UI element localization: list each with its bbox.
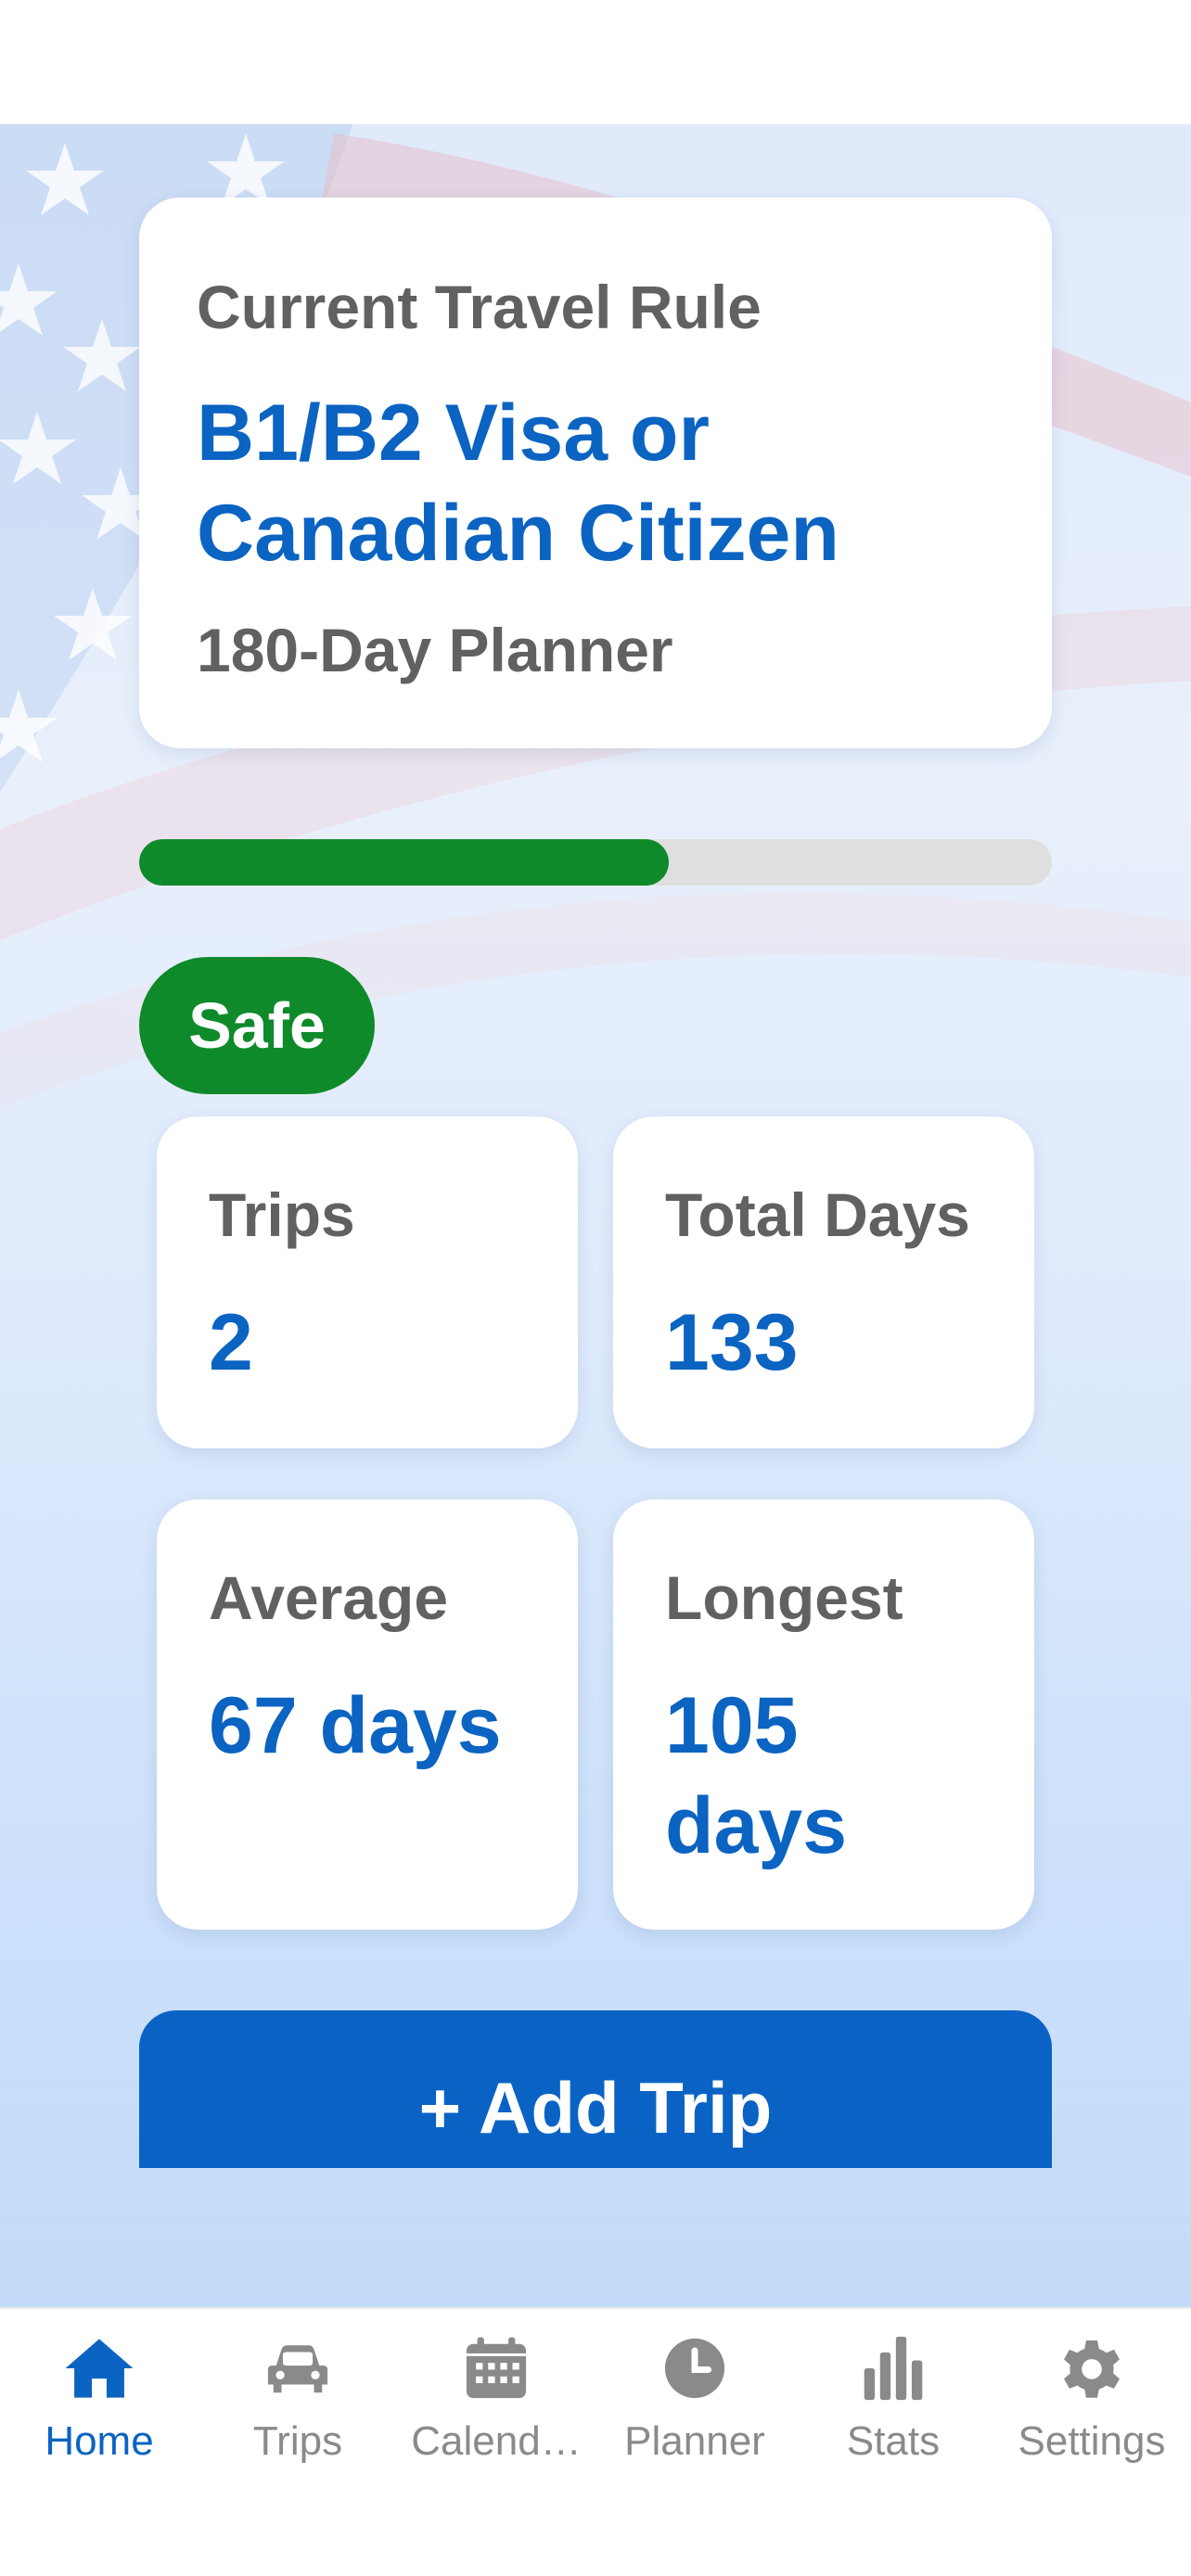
tab-settings[interactable]: Settings	[992, 2331, 1191, 2480]
tab-stats[interactable]: Stats	[794, 2331, 992, 2480]
tab-label: Calend…	[411, 2418, 582, 2464]
gear-icon	[1055, 2331, 1129, 2405]
tab-label: Planner	[624, 2418, 765, 2464]
tab-label: Home	[45, 2418, 154, 2464]
travel-rule-subtitle: 180-Day Planner	[197, 616, 673, 684]
add-trip-button[interactable]: + Add Trip	[139, 2010, 1052, 2168]
stat-value: 105 days	[665, 1681, 848, 1870]
tab-calendar[interactable]: Calend…	[397, 2331, 596, 2480]
tab-planner[interactable]: Planner	[596, 2331, 794, 2480]
calendar-icon	[459, 2331, 533, 2405]
tab-label: Settings	[1018, 2418, 1166, 2464]
chart-icon	[856, 2331, 930, 2405]
stat-label: Trips	[209, 1180, 355, 1249]
bottom-tab-bar: Home Trips Calend… Planner Stats Setting…	[0, 2307, 1191, 2576]
stat-value: 67 days	[209, 1681, 502, 1770]
status-bar	[0, 0, 1191, 124]
tab-label: Trips	[252, 2418, 343, 2464]
days-progress-bar	[139, 839, 1052, 886]
stat-value: 133	[665, 1298, 799, 1387]
tab-home[interactable]: Home	[0, 2331, 198, 2480]
stat-label: Longest	[665, 1563, 903, 1632]
home-content[interactable]: Current Travel Rule B1/B2 Visa or Canadi…	[0, 124, 1191, 2307]
travel-rule-card[interactable]: Current Travel Rule B1/B2 Visa or Canadi…	[139, 198, 1052, 748]
home-icon	[62, 2331, 136, 2405]
stat-label: Average	[209, 1563, 449, 1632]
travel-rule-title: B1/B2 Visa or Canadian Citizen	[197, 389, 839, 578]
stat-card-longest[interactable]: Longest 105 days	[613, 1499, 1034, 1930]
stat-value: 2	[209, 1298, 253, 1387]
stat-card-trips[interactable]: Trips 2	[157, 1116, 578, 1448]
tab-trips[interactable]: Trips	[198, 2331, 397, 2480]
stat-card-total-days[interactable]: Total Days 133	[613, 1116, 1034, 1448]
days-progress-fill	[139, 839, 669, 886]
car-icon	[261, 2331, 335, 2405]
travel-rule-label: Current Travel Rule	[197, 273, 762, 341]
stat-card-average[interactable]: Average 67 days	[157, 1499, 578, 1930]
stat-label: Total Days	[665, 1180, 970, 1249]
app-screen: Current Travel Rule B1/B2 Visa or Canadi…	[0, 0, 1191, 2576]
status-badge: Safe	[139, 957, 375, 1094]
clock-icon	[658, 2331, 732, 2405]
tab-label: Stats	[846, 2418, 941, 2464]
